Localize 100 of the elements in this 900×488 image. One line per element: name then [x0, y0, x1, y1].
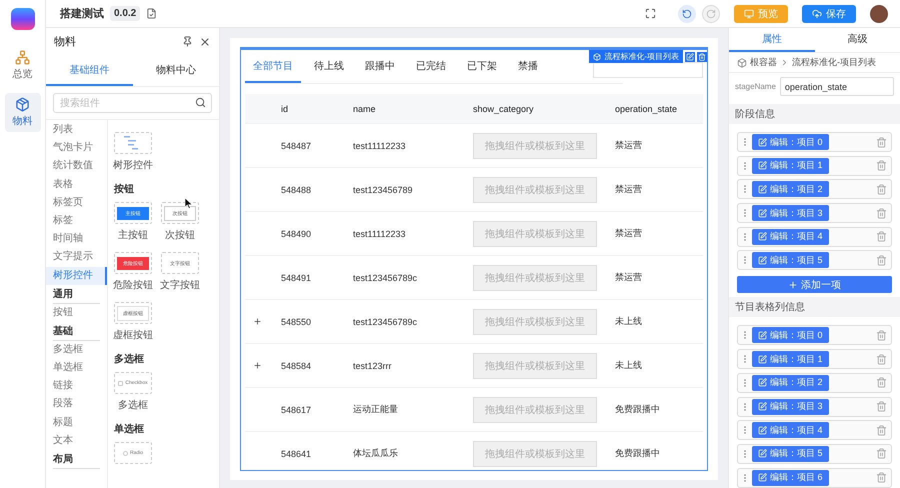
category-item[interactable]: 标签: [46, 212, 107, 230]
category-item[interactable]: 单选框: [46, 359, 107, 378]
category-item[interactable]: 链接: [46, 377, 107, 396]
search-field[interactable]: [593, 62, 703, 78]
tab[interactable]: 已下架: [459, 50, 505, 83]
nav-icon: [15, 50, 30, 65]
delete-icon[interactable]: [876, 208, 887, 219]
edit-button[interactable]: 编辑：项目 4: [752, 422, 829, 438]
edit-icon: [758, 138, 767, 146]
category-item[interactable]: 标题: [46, 414, 107, 432]
edit-button[interactable]: 编辑：项目 0: [752, 327, 829, 344]
nav-item[interactable]: 总览: [4, 46, 40, 85]
nav-item[interactable]: 物料: [4, 93, 40, 132]
column-header: id: [281, 104, 290, 114]
field-label: stageName: [735, 82, 776, 91]
fullscreen-icon[interactable]: [645, 8, 656, 19]
tab[interactable]: 已完结: [408, 50, 454, 83]
delete-icon[interactable]: [876, 184, 887, 195]
expand-icon[interactable]: [253, 317, 262, 326]
drop-zone: 拖拽组件或模板到这里: [473, 396, 597, 422]
cloud-upload-icon: [812, 8, 822, 18]
breadcrumb-item[interactable]: 流程标准化-项目列表: [792, 56, 876, 69]
table-cell-text: 禁运营: [615, 183, 643, 196]
table-cell-text: 免费跟播中: [615, 403, 661, 416]
panel-title: 物料: [54, 35, 77, 49]
expand-icon[interactable]: [253, 361, 262, 370]
category-item[interactable]: 时间轴: [46, 230, 107, 248]
delete-icon[interactable]: [876, 472, 887, 484]
edit-button[interactable]: 编辑：项目 5: [752, 446, 829, 462]
category-item[interactable]: 统计数值: [46, 157, 107, 176]
category-item[interactable]: 段落: [46, 395, 107, 414]
tab[interactable]: 物料中心: [132, 55, 219, 86]
category-heading: 基础: [53, 324, 100, 341]
chevron-icon: [780, 58, 789, 67]
delete-icon[interactable]: [876, 160, 887, 172]
delete-icon[interactable]: [876, 424, 887, 436]
delete-button[interactable]: [697, 52, 707, 62]
category-item[interactable]: 列表: [46, 121, 107, 140]
category-item[interactable]: 多选框: [46, 340, 107, 360]
edit-icon: [758, 449, 767, 458]
tab[interactable]: 属性: [729, 28, 814, 52]
delete-icon[interactable]: [876, 231, 887, 242]
category-item[interactable]: 文本: [46, 432, 107, 450]
edit-button[interactable]: [685, 52, 695, 62]
drop-zone: 拖拽组件或模板到这里: [473, 440, 597, 466]
edit-button[interactable]: 编辑：项目 4: [752, 228, 829, 245]
delete-icon[interactable]: [876, 136, 887, 148]
edit-button[interactable]: 编辑：项目 3: [752, 205, 829, 222]
box-icon: [593, 52, 602, 60]
edit-button[interactable]: 编辑：项目 2: [752, 181, 829, 198]
delete-icon[interactable]: [876, 401, 887, 412]
tab[interactable]: 基础组件: [46, 55, 132, 86]
tab[interactable]: 全部节目: [245, 50, 301, 83]
search-icon[interactable]: [195, 97, 206, 108]
edit-button[interactable]: 编辑：项目 6: [752, 470, 829, 486]
delete-icon[interactable]: [876, 254, 887, 266]
edit-button[interactable]: 编辑：项目 1: [752, 351, 829, 368]
category-item[interactable]: 标签页: [46, 194, 107, 212]
breadcrumb-item[interactable]: 根容器: [750, 56, 777, 69]
pin-icon[interactable]: [182, 36, 193, 47]
delete-icon[interactable]: [876, 330, 887, 341]
save-button[interactable]: 保存: [802, 4, 856, 22]
table-cell-text: 体坛瓜瓜乐: [353, 447, 399, 460]
table-cell-text: 免费跟播中: [615, 447, 661, 460]
edit-button[interactable]: 编辑：项目 5: [752, 252, 829, 268]
table-cell-text: test123rrr: [353, 360, 393, 370]
drop-zone: 拖拽组件或模板到这里: [473, 352, 597, 378]
category-item[interactable]: 树形控件: [46, 266, 107, 285]
delete-icon[interactable]: [876, 377, 887, 388]
delete-icon[interactable]: [876, 448, 887, 460]
table-cell-text: 运动正能量: [353, 403, 399, 416]
table-cell-text: 未上线: [615, 359, 643, 372]
edit-button[interactable]: 编辑：项目 1: [752, 158, 829, 174]
edit-button[interactable]: 编辑：项目 0: [752, 134, 829, 150]
component-label: 虚框按钮: [113, 328, 153, 342]
tab[interactable]: 待上线: [306, 50, 352, 83]
delete-icon[interactable]: [876, 354, 887, 365]
monitor-icon: [744, 8, 754, 18]
search-field[interactable]: 搜索组件: [53, 93, 212, 113]
table-cell-text: test11112233: [353, 140, 407, 150]
category-item[interactable]: 按钮: [46, 304, 107, 322]
drop-zone: 拖拽组件或模板到这里: [473, 176, 597, 202]
category-item[interactable]: 文字提示: [46, 248, 107, 266]
drop-zone: 拖拽组件或模板到这里: [473, 220, 597, 246]
add-button[interactable]: 添加一项: [737, 276, 892, 294]
input-field[interactable]: operation_state: [780, 77, 894, 96]
component-card[interactable]: [114, 132, 152, 154]
category-item[interactable]: 气泡卡片: [46, 139, 107, 158]
tab[interactable]: 高级: [814, 28, 900, 52]
document-icon[interactable]: [146, 8, 158, 19]
close-icon[interactable]: [199, 36, 211, 48]
category-item[interactable]: 表格: [46, 176, 107, 194]
table-cell-text: 禁运营: [615, 271, 643, 284]
edit-button[interactable]: 编辑：项目 2: [752, 374, 829, 391]
edit-button[interactable]: 编辑：项目 3: [752, 398, 829, 414]
table-cell-text: 548490: [281, 228, 312, 238]
undo-button[interactable]: [678, 4, 696, 22]
tab[interactable]: 禁播: [510, 50, 546, 83]
user-avatar[interactable]: [870, 4, 888, 22]
tab[interactable]: 跟播中: [357, 50, 403, 83]
